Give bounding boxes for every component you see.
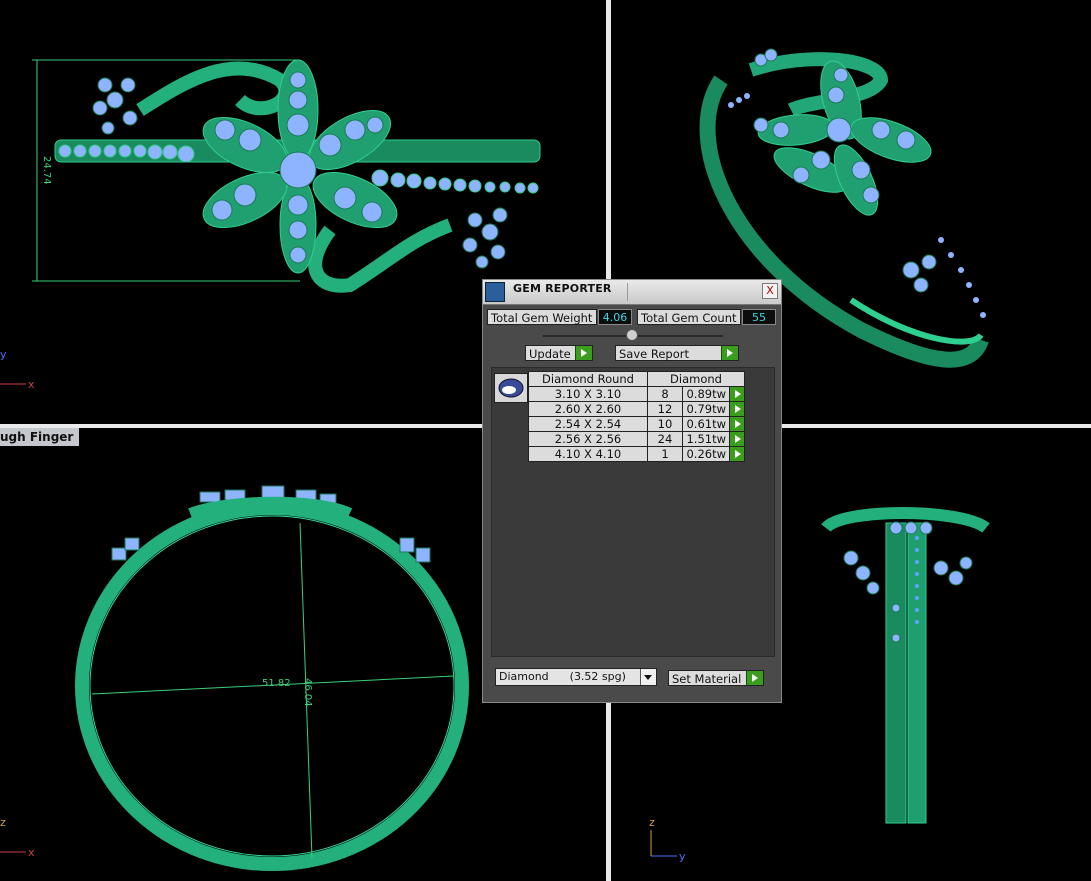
set-material-button-label: Set Material [672, 672, 742, 686]
front-height-label: 46.04 [302, 678, 313, 707]
row-select-arrow-icon[interactable] [729, 416, 745, 432]
gem-size: 2.54 X 2.54 [528, 416, 648, 432]
gem-reporter-icon [485, 282, 505, 302]
total-gem-count-label: Total Gem Count [637, 309, 741, 325]
svg-text:x: x [28, 378, 35, 391]
play-arrow-icon [746, 671, 763, 685]
svg-text:x: x [28, 846, 35, 859]
table-row[interactable]: 4.10 X 4.10 1 0.26tw [528, 446, 745, 462]
set-material-button[interactable]: Set Material [668, 670, 764, 686]
gem-table: Diamond Round Diamond 3.10 X 3.10 8 0.89… [528, 371, 745, 462]
axis-gizmo-side: y z [649, 816, 686, 863]
chevron-down-icon[interactable] [640, 669, 656, 685]
gem-reporter-titlebar[interactable]: GEM REPORTER X [483, 280, 781, 305]
play-arrow-icon [721, 346, 738, 360]
panel-slider-knob[interactable] [626, 329, 638, 341]
gem-weight: 0.61tw [682, 416, 730, 432]
material-select-value: Diamond (3.52 spg) [499, 670, 626, 683]
row-select-arrow-icon[interactable] [729, 401, 745, 417]
gem-size: 2.60 X 2.60 [528, 401, 648, 417]
gem-reporter-panel: GEM REPORTER X Total Gem Weight 4.06 Tot… [482, 279, 782, 703]
gem-shape-header: Diamond Round [528, 371, 648, 387]
perspective-swirl [748, 52, 889, 117]
svg-text:z: z [0, 816, 6, 829]
gem-weight: 1.51tw [682, 431, 730, 447]
titlebar-separator [627, 283, 628, 301]
gem-count: 8 [647, 386, 683, 402]
diamond-thumbnail-icon[interactable] [494, 373, 528, 403]
gem-size: 4.10 X 4.10 [528, 446, 648, 462]
close-button[interactable]: X [762, 283, 778, 299]
save-report-button-label: Save Report [619, 347, 690, 361]
gem-list-area[interactable]: Diamond Round Diamond 3.10 X 3.10 8 0.89… [491, 367, 775, 657]
update-button-label: Update [529, 347, 571, 361]
update-button[interactable]: Update [525, 345, 593, 361]
play-arrow-icon [575, 346, 592, 360]
total-gem-count-value: 55 [742, 309, 776, 325]
gem-count: 10 [647, 416, 683, 432]
metal-swirl-top [136, 61, 293, 116]
gem-count: 24 [647, 431, 683, 447]
save-report-button[interactable]: Save Report [615, 345, 739, 361]
axis-gizmo-front: x z [0, 816, 35, 859]
front-width-label: 51.82 [262, 678, 291, 689]
svg-text:y: y [0, 348, 7, 361]
gem-reporter-title: GEM REPORTER [513, 282, 612, 295]
gem-count: 12 [647, 401, 683, 417]
flower-gems [211, 71, 384, 264]
total-gem-weight-value: 4.06 [598, 309, 632, 325]
material-select[interactable]: Diamond (3.52 spg) [495, 668, 657, 686]
dimension-height-label: 24.74 [41, 156, 52, 185]
gem-weight: 0.26tw [682, 446, 730, 462]
table-row[interactable]: 3.10 X 3.10 8 0.89tw [528, 386, 745, 402]
gem-weight: 0.79tw [682, 401, 730, 417]
table-row[interactable]: 2.56 X 2.56 24 1.51tw [528, 431, 745, 447]
side-shank-right [907, 522, 927, 824]
side-shank-left [885, 522, 907, 824]
axis-gizmo-top: x y [0, 348, 35, 391]
gem-weight: 0.89tw [682, 386, 730, 402]
row-select-arrow-icon[interactable] [729, 446, 745, 462]
gem-size: 3.10 X 3.10 [528, 386, 648, 402]
table-row[interactable]: 2.60 X 2.60 12 0.79tw [528, 401, 745, 417]
total-gem-weight-label: Total Gem Weight [487, 309, 597, 325]
viewport-label[interactable]: ugh Finger [0, 428, 80, 446]
svg-text:y: y [679, 850, 686, 863]
svg-text:z: z [649, 816, 655, 829]
row-select-arrow-icon[interactable] [729, 431, 745, 447]
gem-material-header: Diamond [647, 371, 745, 387]
table-row[interactable]: 2.54 X 2.54 10 0.61tw [528, 416, 745, 432]
row-select-arrow-icon[interactable] [729, 386, 745, 402]
small-flower-left [92, 77, 138, 135]
gem-size: 2.56 X 2.56 [528, 431, 648, 447]
gem-count: 1 [647, 446, 683, 462]
small-flower-right [462, 207, 508, 269]
metal-swirl-bottom [308, 218, 453, 293]
